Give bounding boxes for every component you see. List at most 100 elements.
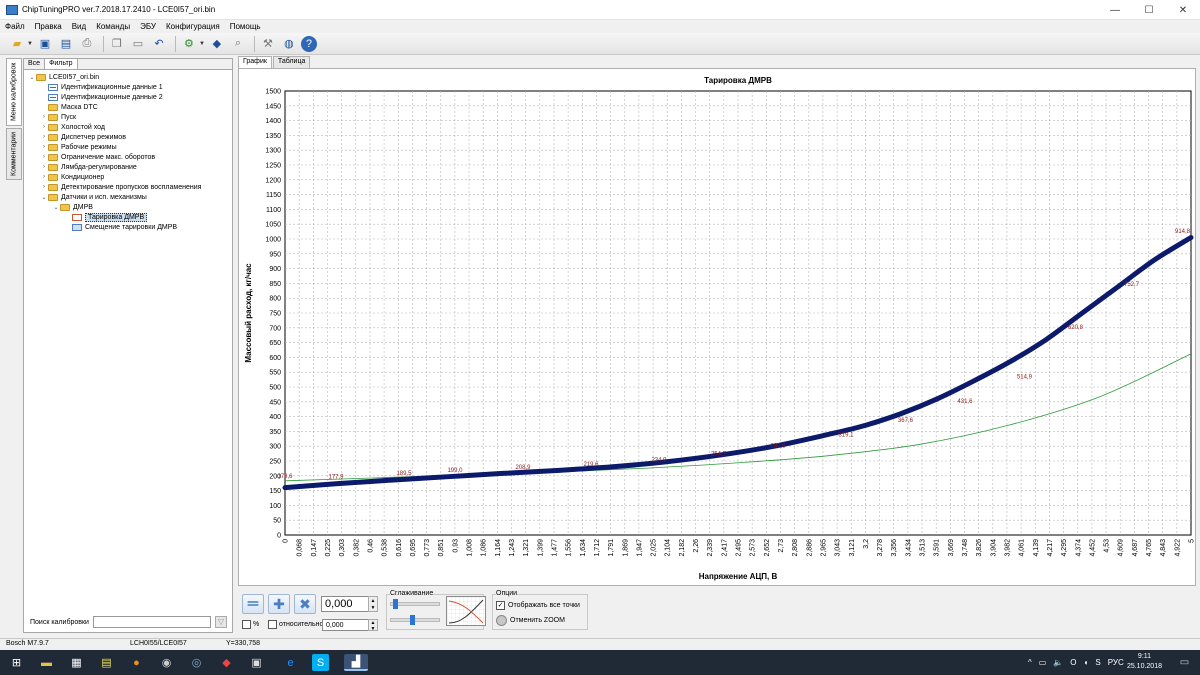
help-icon[interactable]: ? — [300, 35, 317, 52]
save-as-icon[interactable]: ▤ — [57, 35, 75, 53]
film-app-icon[interactable]: ▦ — [68, 654, 85, 671]
smoothing-curve-button[interactable] — [446, 596, 486, 626]
skype-icon[interactable]: S — [312, 654, 329, 671]
tool-app-icon[interactable]: ◉ — [158, 654, 175, 671]
file-explorer-icon[interactable]: ▬ — [38, 654, 55, 671]
menu-ecu[interactable]: ЭБУ — [135, 22, 161, 31]
chevron-down-icon[interactable]: ▼ — [27, 41, 33, 47]
menu-help[interactable]: Помощь — [225, 22, 266, 31]
tools-icon[interactable]: ⚒ — [259, 35, 277, 53]
add-button[interactable]: ✚ — [268, 594, 290, 614]
relative-stepper[interactable]: ▲ ▼ — [368, 619, 378, 632]
menu-commands[interactable]: Команды — [91, 22, 135, 31]
paste-icon[interactable]: ▭ — [129, 35, 147, 53]
chevron-right-icon[interactable]: › — [40, 124, 48, 130]
multiply-button[interactable]: ✖ — [294, 594, 316, 614]
diamond-icon[interactable]: ◆ — [208, 35, 226, 53]
tab-graph[interactable]: График — [238, 56, 272, 68]
tree-item[interactable]: Идентификационные данные 2 — [24, 92, 232, 102]
close-icon[interactable]: ✕ — [1166, 0, 1200, 20]
cancel-zoom-button[interactable]: Отменить ZOOM — [496, 615, 565, 626]
chevron-right-icon[interactable]: › — [40, 114, 48, 120]
relative-checkbox[interactable] — [268, 620, 277, 629]
slider-thumb[interactable] — [409, 615, 415, 625]
security-shield-icon[interactable]: ◖ — [1084, 658, 1089, 667]
chevron-right-icon[interactable]: › — [40, 134, 48, 140]
notifications-icon[interactable]: ▭ — [1176, 654, 1193, 671]
percent-checkbox[interactable] — [242, 620, 251, 629]
chart-area[interactable]: 0 50 100 150 200 250 300 350 400 450 500 550 600 650 7… — [238, 68, 1196, 586]
edge-icon[interactable]: e — [282, 654, 299, 671]
chevron-down-icon[interactable]: ⌄ — [52, 204, 60, 211]
print-icon[interactable]: ⎙ — [78, 35, 96, 53]
clock[interactable]: 9:11 25.10.2018 — [1127, 652, 1162, 672]
chevron-right-icon[interactable]: › — [40, 174, 48, 180]
tree-item[interactable]: › Рабочие режимы — [24, 142, 232, 152]
chevron-right-icon[interactable]: › — [40, 154, 48, 160]
tree-item[interactable]: › Пуск — [24, 112, 232, 122]
tree-item[interactable]: ⌄ LCE0I57_ori.bin — [24, 72, 232, 82]
tree-item[interactable]: Смещение тарировки ДМРВ — [24, 222, 232, 232]
menu-view[interactable]: Вид — [67, 22, 91, 31]
tab-table[interactable]: Таблица — [272, 56, 311, 68]
chevron-down-icon[interactable]: ⌄ — [40, 194, 48, 201]
tree-item[interactable]: Маска DTC — [24, 102, 232, 112]
editor-app-icon[interactable]: ▣ — [248, 654, 265, 671]
tree-item[interactable]: ⌄ ДМРВ — [24, 202, 232, 212]
menu-edit[interactable]: Правка — [30, 22, 67, 31]
equals-button[interactable]: ＝ — [242, 594, 264, 614]
search-icon[interactable]: ⌕ — [229, 35, 247, 53]
globe-icon[interactable]: ◍ — [280, 35, 298, 53]
tab-filter[interactable]: Фильтр — [45, 59, 78, 69]
skype-tray-icon[interactable]: S — [1095, 658, 1100, 667]
security-app-icon[interactable]: ◆ — [218, 654, 235, 671]
value-stepper[interactable]: ▲ ▼ — [368, 596, 378, 612]
undo-icon[interactable]: ↶ — [150, 35, 168, 53]
status-circle-icon[interactable]: O — [1070, 658, 1076, 667]
show-all-points-checkbox[interactable]: ✓ — [496, 601, 505, 610]
smoothing-slider-1[interactable] — [390, 599, 440, 609]
funnel-icon[interactable]: ▽ — [214, 616, 227, 628]
maf-calibration-chart[interactable]: 0501001502002503003504004505005506006507… — [239, 69, 1197, 587]
tree-item[interactable]: ⌄ Датчики и исп. механизмы — [24, 192, 232, 202]
tree-item[interactable]: › Ограничение макс. оборотов — [24, 152, 232, 162]
tab-calibrations-menu[interactable]: Меню калибровок — [6, 58, 22, 126]
x-tick-label: 1,869 — [622, 539, 629, 557]
chiptuning-app-icon[interactable]: ▟ — [344, 654, 368, 671]
menu-file[interactable]: Файл — [0, 22, 30, 31]
tree-item[interactable]: Идентификационные данные 1 — [24, 82, 232, 92]
tree-item[interactable]: › Детектирование пропусков воспламенения — [24, 182, 232, 192]
slider-thumb[interactable] — [393, 599, 399, 609]
network-app-icon[interactable]: ◎ — [188, 654, 205, 671]
tree-item[interactable]: › Лямбда-регулирование — [24, 162, 232, 172]
firefox-icon[interactable]: ● — [128, 654, 145, 671]
tab-all[interactable]: Все — [24, 59, 46, 69]
tree-item[interactable]: › Кондиционер — [24, 172, 232, 182]
minimize-icon[interactable]: — — [1098, 0, 1132, 20]
y-tick-label: 1250 — [265, 163, 281, 170]
keyboard-language[interactable]: РУС — [1108, 658, 1124, 667]
chevron-right-icon[interactable]: › — [40, 164, 48, 170]
smoothing-slider-2[interactable] — [390, 615, 440, 625]
notes-app-icon[interactable]: ▤ — [98, 654, 115, 671]
maximize-icon[interactable]: ☐ — [1132, 0, 1166, 20]
network-icon[interactable]: ▭ — [1039, 658, 1047, 667]
tree-item[interactable]: Тарировка ДМРВ — [24, 212, 232, 222]
volume-icon[interactable]: 🔈 — [1053, 658, 1063, 667]
tree-item[interactable]: › Холостой ход — [24, 122, 232, 132]
chevron-right-icon[interactable]: › — [40, 184, 48, 190]
chevron-right-icon[interactable]: › — [40, 144, 48, 150]
tree-item[interactable]: › Диспетчер режимов — [24, 132, 232, 142]
chevron-up-icon[interactable]: ^ — [1028, 658, 1032, 667]
chevron-down-icon[interactable]: ▼ — [199, 41, 205, 47]
save-icon[interactable]: ▣ — [36, 35, 54, 53]
chevron-down-icon[interactable]: ⌄ — [28, 74, 36, 81]
search-input[interactable] — [92, 616, 211, 628]
copy-icon[interactable]: ❐ — [108, 35, 126, 53]
chip-icon[interactable]: ⚙ — [180, 35, 198, 53]
windows-start-icon[interactable]: ⊞ — [8, 654, 25, 671]
tab-comments[interactable]: Комментарии — [6, 128, 22, 180]
menu-configuration[interactable]: Конфигурация — [161, 22, 225, 31]
open-folder-icon[interactable]: ▰ — [8, 35, 26, 53]
relative-input[interactable]: 0,000 — [322, 619, 374, 631]
